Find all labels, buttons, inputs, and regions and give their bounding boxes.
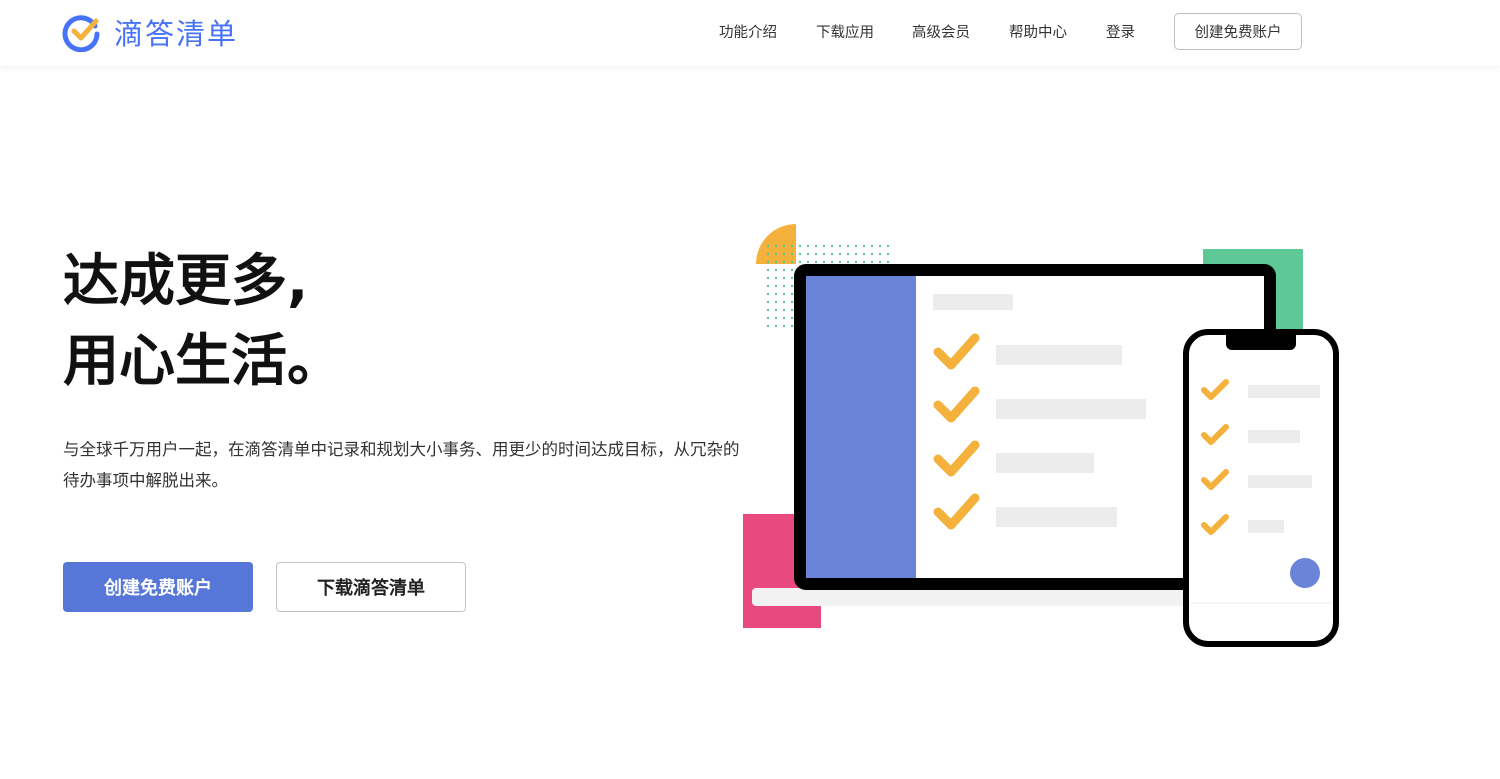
brand-name: 滴答清单	[114, 17, 239, 51]
orange-quarter-shape	[756, 224, 796, 264]
nav-help[interactable]: 帮助中心	[1009, 21, 1067, 42]
nav-premium[interactable]: 高级会员	[912, 21, 970, 42]
hero-title: 达成更多, 用心生活。	[63, 242, 343, 402]
hero-title-line2: 用心生活。	[63, 329, 343, 394]
phone-notch	[1226, 330, 1296, 350]
laptop-base	[752, 588, 1212, 606]
logo-check-icon	[62, 15, 100, 52]
hero-description: 与全球千万用户一起，在滴答清单中记录和规划大小事务、用更少的时间达成目标，从冗杂…	[63, 440, 740, 490]
hero-title-line1: 达成更多,	[63, 249, 309, 314]
brand-logo[interactable]: 滴答清单	[62, 11, 238, 53]
create-account-button[interactable]: 创建免费账户	[63, 562, 253, 612]
phone-add-button-icon	[1290, 558, 1320, 588]
nav-download[interactable]: 下载应用	[816, 21, 874, 42]
download-app-button[interactable]: 下载滴答清单	[276, 562, 466, 612]
nav-login[interactable]: 登录	[1106, 21, 1135, 42]
top-navbar: 滴答清单 功能介绍 下载应用 高级会员 帮助中心 登录 创建免费账户	[0, 0, 1500, 66]
create-account-nav-button[interactable]: 创建免费账户	[1174, 13, 1302, 50]
nav-features[interactable]: 功能介绍	[719, 21, 777, 42]
phone-mockup	[1183, 329, 1339, 647]
hero-illustration	[743, 224, 1339, 647]
laptop-sidebar	[806, 276, 916, 578]
